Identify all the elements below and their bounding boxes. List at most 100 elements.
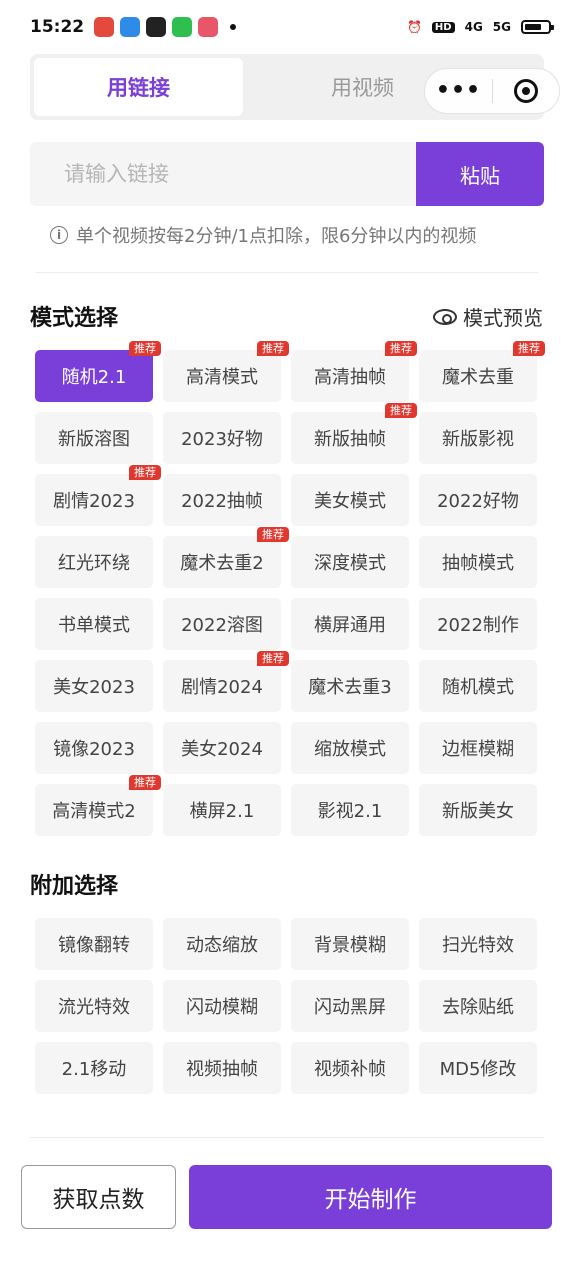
start-button[interactable]: 开始制作 (189, 1165, 552, 1229)
mode-option-label: 剧情2024 (181, 677, 263, 698)
mode-option-label: 美女2023 (53, 677, 135, 698)
link-input-row: 粘贴 (30, 142, 544, 206)
mode-option[interactable]: 2022好物 (419, 474, 537, 526)
mode-option-label: 边框模糊 (442, 739, 514, 760)
mode-option[interactable]: 深度模式 (291, 536, 409, 588)
mode-option[interactable]: 美女2024 (163, 722, 281, 774)
hd-icon: HD (431, 21, 455, 33)
weather-notification-icon (120, 17, 141, 37)
battery-icon (521, 20, 554, 34)
mode-option[interactable]: 魔术去重 推荐 (419, 341, 545, 402)
extra-option[interactable]: 视频补帧 (291, 1042, 409, 1094)
extra-option[interactable]: 扫光特效 (419, 918, 537, 970)
bottom-divider (30, 1137, 544, 1138)
mode-option[interactable]: 横屏2.1 (163, 784, 281, 836)
mode-option-label: 书单模式 (58, 615, 130, 636)
extra-option-label: 动态缩放 (186, 935, 258, 956)
mode-option[interactable]: 魔术去重3 (291, 660, 409, 712)
mode-option[interactable]: 2022抽帧 (163, 474, 281, 526)
get-points-button[interactable]: 获取点数 (21, 1165, 176, 1229)
mode-option[interactable]: 横屏通用 (291, 598, 409, 650)
mode-option[interactable]: 剧情2023 推荐 (35, 465, 161, 526)
extra-option[interactable]: 视频抽帧 (163, 1042, 281, 1094)
extra-option[interactable]: 镜像翻转 (35, 918, 153, 970)
mode-option[interactable]: 边框模糊 (419, 722, 537, 774)
mode-option[interactable]: 随机模式 (419, 660, 537, 712)
mode-option[interactable]: 镜像2023 (35, 722, 153, 774)
mode-option-label: 2022溶图 (181, 615, 263, 636)
mode-option[interactable]: 高清模式 推荐 (163, 341, 289, 402)
mode-preview-link[interactable]: 模式预览 (433, 302, 543, 331)
mode-option[interactable]: 2022溶图 (163, 598, 281, 650)
mode-option[interactable]: 红光环绕 (35, 536, 153, 588)
extra-option[interactable]: MD5修改 (419, 1042, 537, 1094)
tab-use-link[interactable]: 用链接 (34, 58, 243, 116)
mode-option[interactable]: 新版美女 (419, 784, 537, 836)
extra-option[interactable]: 闪动模糊 (163, 980, 281, 1032)
mode-option[interactable]: 高清模式2 推荐 (35, 775, 161, 836)
extra-option-label: 镜像翻转 (58, 935, 130, 956)
mode-option[interactable]: 缩放模式 (291, 722, 409, 774)
mode-option[interactable]: 高清抽帧 推荐 (291, 341, 417, 402)
mode-section-title: 模式选择 (30, 306, 119, 331)
recommend-badge: 推荐 (129, 341, 161, 356)
mode-option-label: 新版影视 (442, 429, 514, 450)
extra-section-title: 附加选择 (30, 874, 119, 899)
mode-option-label: 高清抽帧 (314, 367, 386, 388)
mode-option-label: 随机2.1 (61, 367, 127, 388)
mode-option[interactable]: 美女2023 (35, 660, 153, 712)
mode-option[interactable]: 影视2.1 (291, 784, 409, 836)
info-icon: i (50, 226, 68, 244)
mode-option-label: 美女2024 (181, 739, 263, 760)
mode-option-label: 魔术去重2 (180, 553, 264, 574)
mode-option-label: 随机模式 (442, 677, 514, 698)
mode-option[interactable]: 剧情2024 推荐 (163, 651, 289, 712)
extra-option-label: 扫光特效 (442, 935, 514, 956)
extra-option[interactable]: 闪动黑屏 (291, 980, 409, 1032)
mode-preview-label: 模式预览 (463, 306, 543, 330)
mode-option-label: 红光环绕 (58, 553, 130, 574)
recommend-badge: 推荐 (129, 465, 161, 480)
shopping-notification-icon (198, 17, 219, 37)
extra-option-label: 闪动黑屏 (314, 997, 386, 1018)
more-notifications-dot (230, 24, 237, 30)
mode-option[interactable]: 新版抽帧 推荐 (291, 403, 417, 464)
mode-option[interactable]: 魔术去重2 推荐 (163, 527, 289, 588)
mode-option[interactable]: 新版溶图 (35, 412, 153, 464)
recommend-badge: 推荐 (257, 651, 289, 666)
more-menu-button[interactable]: ••• (425, 68, 492, 114)
signal-5g-icon: 5G (492, 20, 511, 34)
mode-option-label: 新版抽帧 (314, 429, 386, 450)
mode-option-label: 魔术去重 (442, 367, 514, 388)
recommend-badge: 推荐 (385, 341, 417, 356)
mode-option[interactable]: 2023好物 (163, 412, 281, 464)
extra-option[interactable]: 动态缩放 (163, 918, 281, 970)
mode-option[interactable]: 新版影视 (419, 412, 537, 464)
extra-option-label: 去除贴纸 (442, 997, 514, 1018)
recommend-badge: 推荐 (257, 527, 289, 542)
mode-option[interactable]: 美女模式 (291, 474, 409, 526)
extra-option[interactable]: 去除贴纸 (419, 980, 537, 1032)
eye-icon (433, 308, 457, 325)
mode-option[interactable]: 2022制作 (419, 598, 537, 650)
extra-option[interactable]: 流光特效 (35, 980, 153, 1032)
notification-icons (94, 17, 237, 37)
extra-option[interactable]: 2.1移动 (35, 1042, 153, 1094)
mode-option-label: 影视2.1 (317, 801, 383, 822)
link-input[interactable] (30, 142, 416, 206)
recommend-badge: 推荐 (257, 341, 289, 356)
extra-option-label: 流光特效 (58, 997, 130, 1018)
paste-button[interactable]: 粘贴 (416, 142, 544, 206)
mode-option[interactable]: 抽帧模式 (419, 536, 537, 588)
chat-notification-icon (172, 17, 193, 37)
recommend-badge: 推荐 (513, 341, 545, 356)
status-bar: 15:22 ⏰ HD 4G 5G (0, 0, 573, 54)
close-miniprogram-button[interactable] (493, 79, 559, 103)
extra-option[interactable]: 背景模糊 (291, 918, 409, 970)
recommend-badge: 推荐 (385, 403, 417, 418)
mode-option[interactable]: 书单模式 (35, 598, 153, 650)
mode-option[interactable]: 随机2.1 推荐 (35, 341, 161, 402)
extra-option-label: 闪动模糊 (186, 997, 258, 1018)
mode-option-label: 高清模式 (186, 367, 258, 388)
status-time: 15:22 (30, 17, 85, 37)
